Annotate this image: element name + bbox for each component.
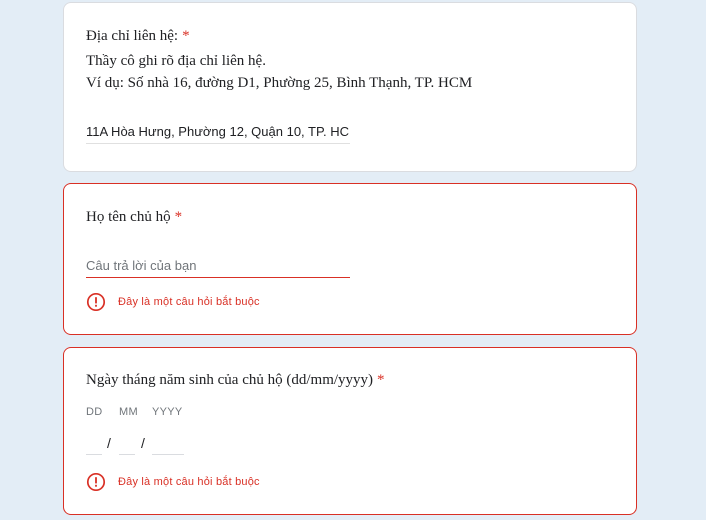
date-separator: / <box>107 435 111 451</box>
question-title: Địa chỉ liên hệ: * <box>86 28 190 45</box>
address-question-card: Địa chỉ liên hệ: * Thầy cô ghi rõ địa chỉ… <box>63 2 637 172</box>
error-circle-icon <box>86 292 106 312</box>
month-input[interactable] <box>119 433 135 453</box>
question-title-text: Ngày tháng năm sinh của chủ hộ (dd/mm/yy… <box>86 372 374 388</box>
question-description-line-2: Ví dụ: Số nhà 16, đường D1, Phường 25, B… <box>86 75 473 91</box>
question-title-text: Họ tên chủ hộ <box>86 209 171 225</box>
required-error-message: Đây là một câu hỏi bắt buộc <box>86 292 260 312</box>
name-input-underline <box>86 277 350 278</box>
dob-question-card: Ngày tháng năm sinh của chủ hộ (dd/mm/yy… <box>63 347 637 515</box>
question-title: Họ tên chủ hộ * <box>86 209 182 226</box>
year-input-underline <box>152 454 184 455</box>
required-asterisk: * <box>174 209 183 225</box>
name-question-card: Họ tên chủ hộ* Đây là một câu hỏi bắt bu… <box>63 183 637 335</box>
address-input-underline <box>86 143 350 144</box>
error-text: Đây là một câu hỏi bắt buộc <box>118 476 260 488</box>
year-label: YYYY <box>152 406 183 418</box>
month-label: MM <box>119 406 138 418</box>
required-asterisk: * <box>182 28 190 44</box>
day-label: DD <box>86 406 103 418</box>
day-input[interactable] <box>86 433 102 453</box>
question-description-line-1: Thầy cô ghi rõ địa chỉ liên hệ. <box>86 53 266 69</box>
year-input[interactable] <box>152 433 184 453</box>
day-input-underline <box>86 454 102 455</box>
required-error-message: Đây là một câu hỏi bắt buộc <box>86 472 260 492</box>
date-separator: / <box>141 435 145 451</box>
name-input[interactable] <box>86 253 350 277</box>
error-circle-icon <box>86 472 106 492</box>
question-title-text: Địa chỉ liên hệ: <box>86 28 179 44</box>
question-title: Ngày tháng năm sinh của chủ hộ (dd/mm/yy… <box>86 372 385 389</box>
month-input-underline <box>119 454 135 455</box>
required-asterisk: * <box>377 372 385 388</box>
error-text: Đây là một câu hỏi bắt buộc <box>118 296 260 308</box>
address-input[interactable] <box>86 119 350 143</box>
